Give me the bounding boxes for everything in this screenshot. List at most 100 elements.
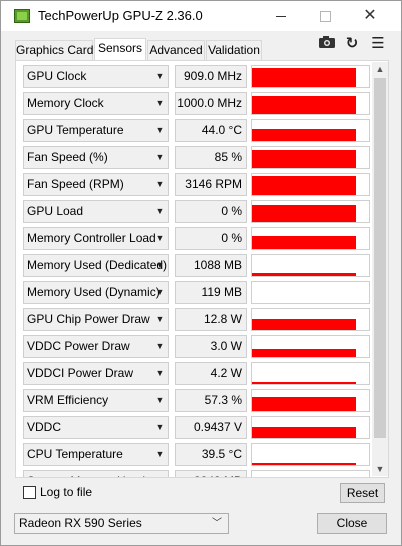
sensor-graph [251,281,370,304]
sensor-graph [251,200,370,223]
chevron-down-icon[interactable]: ▼ [150,200,170,223]
sensor-row: Memory Clock ▼ 1000.0 MHz [21,90,372,117]
chevron-down-icon: ﹀ [212,518,222,529]
sensor-graph [251,227,370,250]
scroll-down-arrow-icon[interactable]: ▼ [372,462,388,476]
sensor-value: 39.5 °C [175,443,247,466]
sensor-graph [251,470,370,477]
sensor-graph [251,119,370,142]
sensor-value: 12.8 W [175,308,247,331]
sensor-name[interactable]: Memory Used (Dynamic) [23,281,169,304]
chevron-down-icon[interactable]: ▼ [150,119,170,142]
tab-advanced[interactable]: Advanced [147,40,205,60]
sensor-value: 909.0 MHz [175,65,247,88]
sensor-graph-bar [252,129,356,141]
sensor-value: 0.9437 V [175,416,247,439]
sensor-graph-bar [252,319,356,330]
sensor-graph [251,146,370,169]
sensor-row: VDDC ▼ 0.9437 V [21,414,372,441]
chevron-down-icon[interactable]: ▼ [150,227,170,250]
chevron-down-icon[interactable]: ▼ [150,362,170,385]
sensor-row: GPU Temperature ▼ 44.0 °C [21,117,372,144]
sensor-list-scrollbar[interactable]: ▲ ▼ [372,62,388,476]
chevron-down-icon[interactable]: ▼ [150,308,170,331]
sensor-graph [251,308,370,331]
sensor-graph-bar [252,236,356,249]
sensor-graph [251,65,370,88]
chevron-down-icon[interactable]: ▼ [150,65,170,88]
chevron-down-icon[interactable]: ▼ [150,254,170,277]
sensor-graph-bar [252,349,356,357]
tab-sensors[interactable]: Sensors [94,38,146,61]
gpu-select-value: Radeon RX 590 Series [19,516,142,530]
sensor-name[interactable]: System Memory Used [23,470,169,477]
sensors-panel: GPU Clock ▼ 909.0 MHz Memory Clock ▼ 1000.0 M… [15,60,389,478]
sensor-graph [251,362,370,385]
tab-validation[interactable]: Validation [206,40,262,60]
sensor-row: CPU Temperature ▼ 39.5 °C [21,441,372,468]
sensor-name[interactable]: VDDC Power Draw [23,335,169,358]
sensor-value: 85 % [175,146,247,169]
gpu-select[interactable]: Radeon RX 590 Series ﹀ [14,513,229,534]
sensor-graph-bar [252,397,356,411]
sensor-name[interactable]: VDDCI Power Draw [23,362,169,385]
camera-icon[interactable] [316,35,338,53]
sensor-name[interactable]: GPU Temperature [23,119,169,142]
scroll-thumb[interactable] [374,78,386,438]
minimize-button[interactable] [259,1,303,31]
sensor-name[interactable]: CPU Temperature [23,443,169,466]
menu-icon[interactable]: ☰ [367,35,389,53]
sensor-name[interactable]: GPU Load [23,200,169,223]
chevron-down-icon[interactable]: ▼ [150,389,170,412]
sensor-name[interactable]: GPU Clock [23,65,169,88]
sensor-name[interactable]: Memory Clock [23,92,169,115]
sensor-value: 3146 RPM [175,173,247,196]
reset-button[interactable]: Reset [340,483,385,503]
chevron-down-icon[interactable]: ▼ [150,92,170,115]
chevron-down-icon[interactable]: ▼ [150,281,170,304]
title-bar: TechPowerUp GPU-Z 2.36.0 ✕ [1,1,401,31]
sensor-name[interactable]: VDDC [23,416,169,439]
close-button[interactable]: Close [317,513,387,534]
sensor-row: Fan Speed (%) ▼ 85 % [21,144,372,171]
sensor-value: 4.2 W [175,362,247,385]
chevron-down-icon[interactable]: ▼ [150,173,170,196]
window-title: TechPowerUp GPU-Z 2.36.0 [38,8,203,23]
scroll-up-arrow-icon[interactable]: ▲ [372,62,388,76]
sensor-row: Fan Speed (RPM) ▼ 3146 RPM [21,171,372,198]
sensor-graph-bar [252,273,356,276]
sensor-value: 3.0 W [175,335,247,358]
chevron-down-icon[interactable]: ▼ [150,443,170,466]
log-to-file-checkbox[interactable] [23,486,36,499]
sensor-value: 1000.0 MHz [175,92,247,115]
sensor-graph-bar [252,96,356,114]
sensor-row: System Memory Used▼ 3843 MB [21,468,372,477]
sensor-graph-bar [252,205,356,222]
close-window-button[interactable]: ✕ [348,1,392,31]
chevron-down-icon[interactable]: ▼ [150,146,170,169]
sensor-row: VDDC Power Draw ▼ 3.0 W [21,333,372,360]
sensor-name[interactable]: Fan Speed (%) [23,146,169,169]
sensor-value: 119 MB [175,281,247,304]
sensor-row: Memory Controller Load ▼ 0 % [21,225,372,252]
sensor-value: 3843 MB [175,470,247,477]
sensor-row: GPU Chip Power Draw ▼ 12.8 W [21,306,372,333]
chevron-down-icon[interactable]: ▼ [150,470,170,477]
sensor-value: 1088 MB [175,254,247,277]
sensor-name[interactable]: Memory Used (Dedicated) [23,254,169,277]
sensor-row: VDDCI Power Draw ▼ 4.2 W [21,360,372,387]
sensor-row: GPU Load ▼ 0 % [21,198,372,225]
chevron-down-icon[interactable]: ▼ [150,416,170,439]
sensor-name[interactable]: Fan Speed (RPM) [23,173,169,196]
refresh-icon[interactable]: ↻ [341,35,363,53]
sensor-list: GPU Clock ▼ 909.0 MHz Memory Clock ▼ 1000.0 M… [21,63,372,477]
maximize-button[interactable] [303,1,347,31]
gpuz-window: TechPowerUp GPU-Z 2.36.0 ✕ Graphics Card… [0,0,402,546]
sensor-value: 0 % [175,227,247,250]
tab-graphics-card[interactable]: Graphics Card [15,40,93,60]
sensor-graph-bar [252,463,356,465]
sensor-name[interactable]: Memory Controller Load [23,227,169,250]
sensor-name[interactable]: GPU Chip Power Draw [23,308,169,331]
chevron-down-icon[interactable]: ▼ [150,335,170,358]
sensor-name[interactable]: VRM Efficiency [23,389,169,412]
